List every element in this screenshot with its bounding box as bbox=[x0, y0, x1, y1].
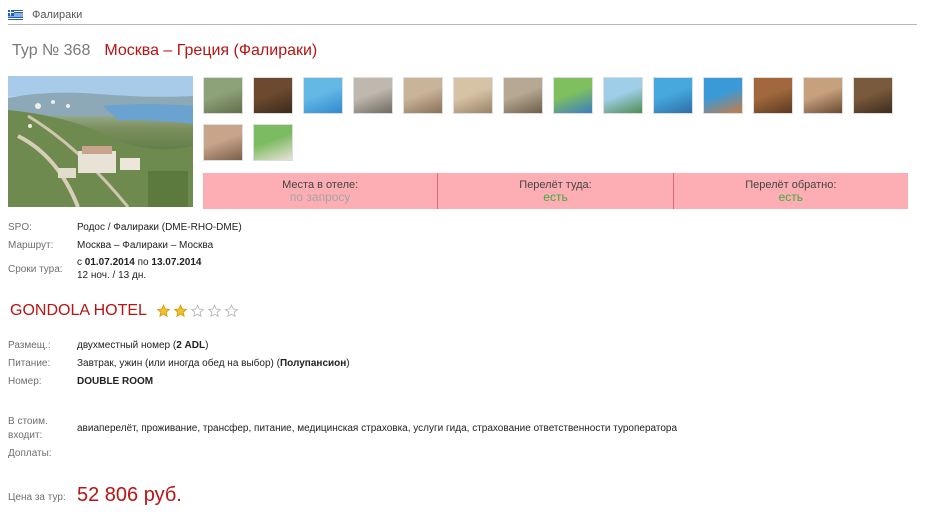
room-text: двухместный номер ( bbox=[77, 340, 177, 351]
gallery-thumbnail[interactable] bbox=[203, 124, 243, 161]
gallery-thumbnail[interactable] bbox=[303, 77, 343, 114]
dates-from: 01.07.2014 bbox=[84, 257, 135, 268]
divider bbox=[8, 24, 917, 25]
tour-number: Тур № 368 bbox=[12, 42, 91, 59]
price-value: 52 806 руб. bbox=[77, 484, 182, 506]
star-empty-icon bbox=[207, 304, 222, 318]
greece-flag-icon bbox=[8, 10, 23, 20]
page-title: Тур № 368 Москва – Греция (Фалираки) bbox=[12, 42, 317, 60]
flight-back-status: Перелёт обратно: есть bbox=[672, 173, 908, 209]
star-empty-icon bbox=[224, 304, 239, 318]
main-hotel-photo[interactable] bbox=[8, 76, 193, 207]
extra-payments-label: Доплаты: bbox=[8, 448, 52, 459]
gallery-thumbnail[interactable] bbox=[803, 77, 843, 114]
room-label: Размещ.: bbox=[8, 340, 51, 351]
route-label: Маршрут: bbox=[8, 240, 54, 251]
star-empty-icon bbox=[190, 304, 205, 318]
dates-label: Сроки тура: bbox=[8, 264, 63, 275]
tour-duration: 12 ноч. / 13 дн. bbox=[77, 270, 147, 281]
gallery-thumbnail[interactable] bbox=[753, 77, 793, 114]
meal-plan: Полупансион bbox=[279, 358, 347, 369]
gallery-thumbnail[interactable] bbox=[453, 77, 493, 114]
meal-value: Завтрак, ужин (или иногда обед на выбор)… bbox=[77, 358, 350, 369]
hotel-name[interactable]: GONDOLA HOTEL bbox=[10, 302, 147, 320]
gallery-thumbnail[interactable] bbox=[553, 77, 593, 114]
gallery-thumbnail[interactable] bbox=[253, 124, 293, 161]
room-end: ) bbox=[205, 340, 209, 351]
gallery-thumbnail[interactable] bbox=[253, 77, 293, 114]
meal-label: Питание: bbox=[8, 358, 51, 369]
gallery-thumbnail[interactable] bbox=[403, 77, 443, 114]
spo-label: SPO: bbox=[8, 222, 32, 233]
flight-back-value: есть bbox=[778, 190, 804, 204]
room-value: двухместный номер (2 ADL) bbox=[77, 340, 208, 351]
flight-there-status: Перелёт туда: есть bbox=[437, 173, 672, 209]
number-label: Номер: bbox=[8, 376, 42, 387]
hotel-star-rating bbox=[156, 304, 239, 318]
number-value: DOUBLE ROOM bbox=[77, 376, 154, 387]
spo-value: Родос / Фалираки (DME-RHO-DME) bbox=[77, 222, 242, 233]
gallery-thumbnail[interactable] bbox=[203, 77, 243, 114]
gallery-thumbnail[interactable] bbox=[503, 77, 543, 114]
meal-end: ) bbox=[346, 358, 350, 369]
breadcrumb-label[interactable]: Фалираки bbox=[32, 9, 82, 21]
hotel-heading: GONDOLA HOTEL bbox=[10, 302, 239, 320]
star-filled-icon bbox=[173, 304, 188, 318]
meal-text: Завтрак, ужин (или иногда обед на выбор)… bbox=[77, 358, 280, 369]
breadcrumb: Фалираки bbox=[8, 8, 82, 22]
flight-there-value: есть bbox=[543, 190, 568, 204]
gallery-thumbnail[interactable] bbox=[353, 77, 393, 114]
room-occupancy: 2 ADL bbox=[176, 340, 206, 351]
included-value: авиаперелёт, проживание, трансфер, питан… bbox=[77, 423, 678, 434]
gallery-thumbnail[interactable] bbox=[653, 77, 693, 114]
gallery-thumbnail[interactable] bbox=[603, 77, 643, 114]
dates-to: 13.07.2014 bbox=[151, 257, 202, 268]
dates-from-prefix: с bbox=[77, 257, 85, 268]
price-label: Цена за тур: bbox=[8, 492, 66, 503]
included-label-2: входит: bbox=[8, 430, 43, 441]
hotel-places-value: по запросу bbox=[289, 190, 351, 204]
dates-value: с 01.07.2014 по 13.07.2014 bbox=[77, 257, 201, 268]
gallery-thumbnail[interactable] bbox=[703, 77, 743, 114]
hotel-places-status: Места в отеле: по запросу bbox=[203, 173, 437, 209]
included-label-1: В стоим. bbox=[8, 416, 48, 427]
dates-to-prefix: по bbox=[134, 257, 152, 268]
tour-route: Москва – Греция (Фалираки) bbox=[104, 42, 318, 59]
availability-bar: Места в отеле: по запросу Перелёт туда: … bbox=[203, 173, 908, 209]
hotel-aerial-image bbox=[8, 76, 193, 207]
star-filled-icon bbox=[156, 304, 171, 318]
gallery-thumbnail[interactable] bbox=[853, 77, 893, 114]
route-value: Москва – Фалираки – Москва bbox=[77, 240, 214, 251]
